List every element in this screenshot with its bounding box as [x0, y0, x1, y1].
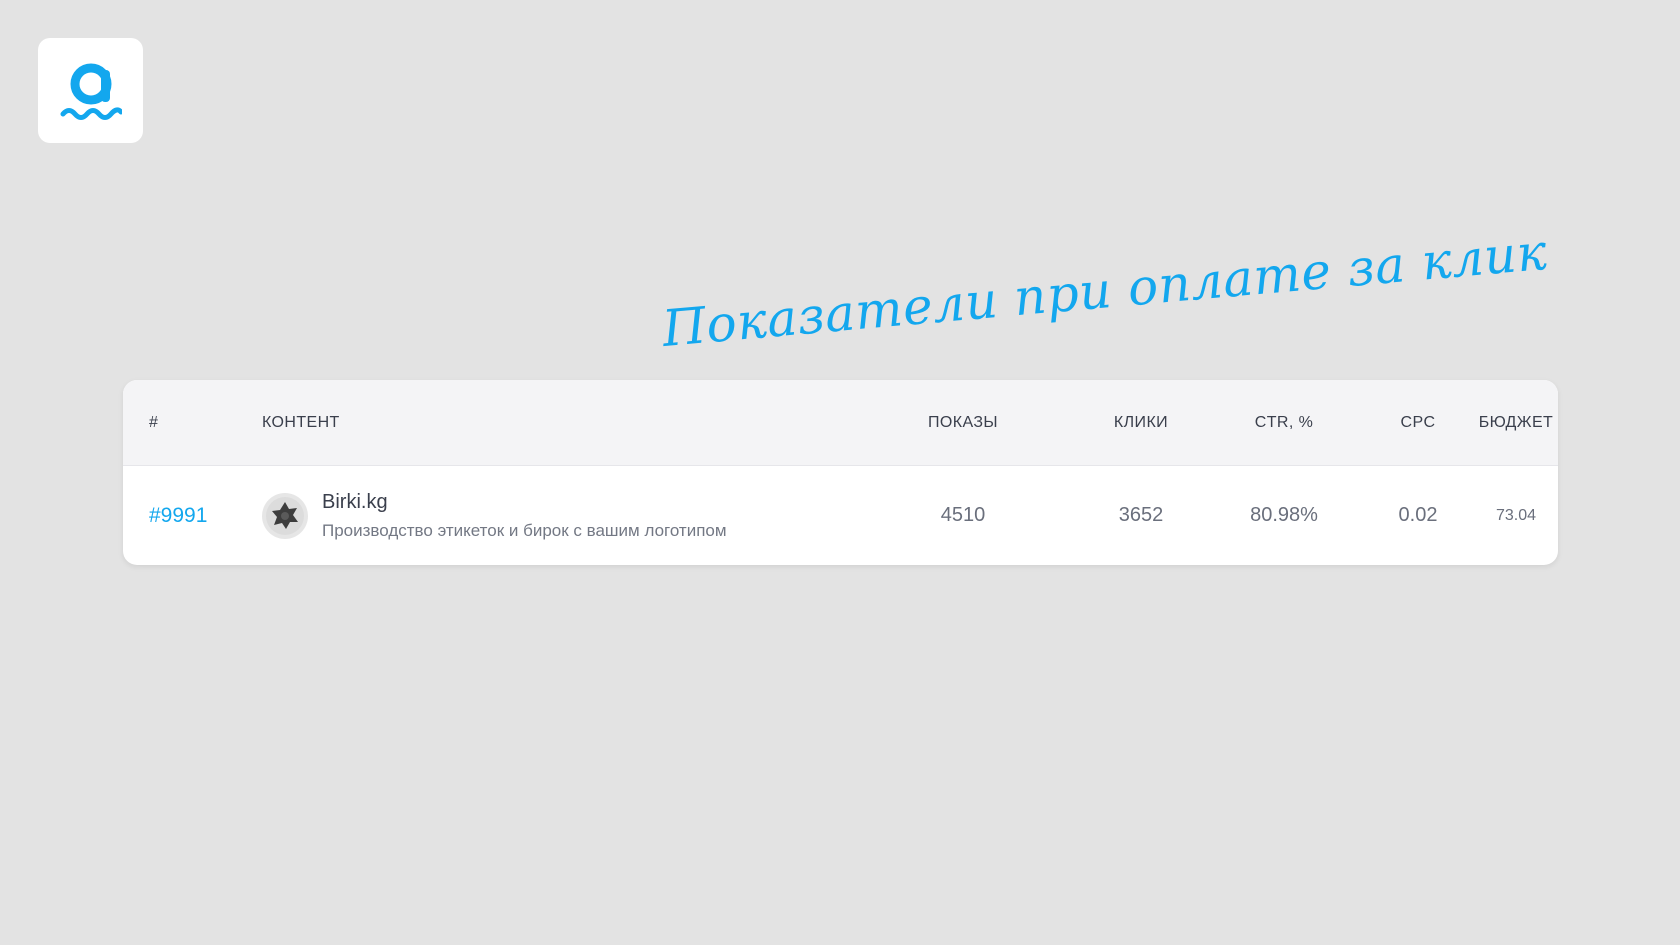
stats-table: # КОНТЕНТ ПОКАЗЫ КЛИКИ CTR, % CPC БЮДЖЕТ…: [123, 380, 1558, 565]
item-description: Производство этикеток и бирок с вашим ло…: [322, 520, 727, 540]
birki-logo-icon: [266, 496, 304, 535]
page-heading: Показатели при оплате за клик: [659, 222, 1550, 358]
table-header: # КОНТЕНТ ПОКАЗЫ КЛИКИ CTR, % CPC БЮДЖЕТ: [123, 380, 1558, 466]
item-title[interactable]: Birki.kg: [322, 491, 727, 514]
row-id-cell: #9991: [149, 466, 207, 565]
header-id[interactable]: #: [149, 380, 158, 465]
budget-value: 73.04: [1495, 506, 1537, 524]
header-content[interactable]: КОНТЕНТ: [262, 380, 340, 465]
header-shows[interactable]: ПОКАЗЫ: [863, 380, 1063, 465]
row-id-link[interactable]: #9991: [149, 504, 207, 528]
header-budget[interactable]: БЮДЖЕТ: [1436, 380, 1558, 465]
brand-logo-icon: [60, 63, 122, 120]
row-content-cell: Birki.kg Производство этикеток и бирок с…: [262, 466, 727, 565]
shows-value: 4510: [940, 504, 986, 526]
content-text: Birki.kg Производство этикеток и бирок с…: [322, 491, 727, 541]
avatar: [262, 492, 308, 539]
brand-logo: [38, 38, 143, 143]
table-row[interactable]: #9991 Birki.kg Производство этикеток и б…: [123, 466, 1558, 565]
